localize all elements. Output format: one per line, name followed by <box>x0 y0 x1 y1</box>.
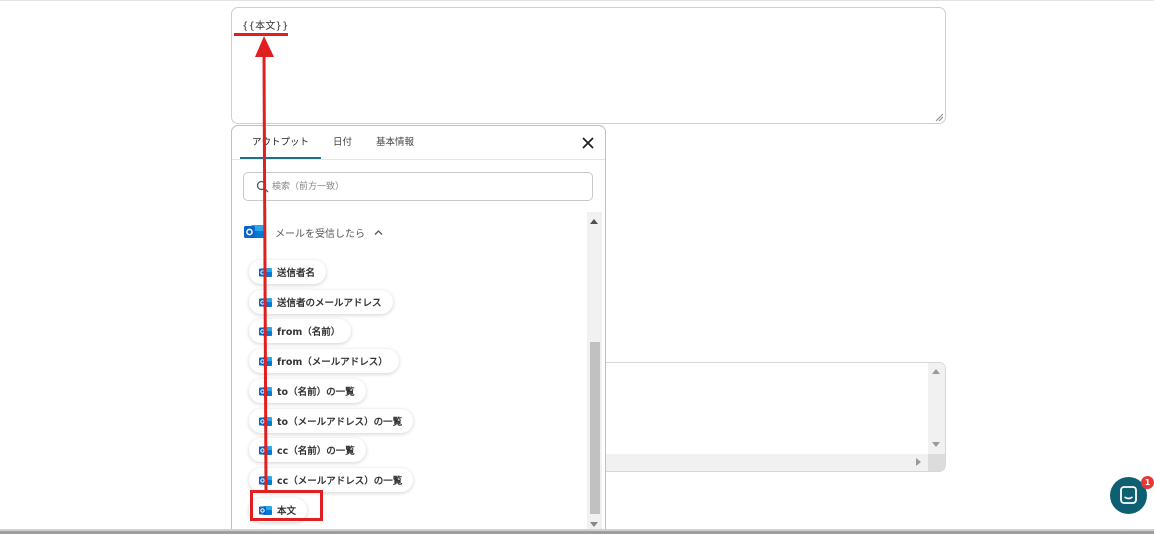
second-textarea[interactable] <box>600 362 946 472</box>
tabs-divider <box>232 159 605 160</box>
page-horizontal-scrollbar[interactable] <box>0 529 1154 534</box>
top-divider <box>0 0 1154 1</box>
tab-basic-info[interactable]: 基本情報 <box>364 126 426 159</box>
tab-date[interactable]: 日付 <box>321 126 364 159</box>
outlook-icon <box>244 225 265 238</box>
output-item[interactable]: cc（名前）の一覧 <box>249 438 366 462</box>
outlook-icon <box>259 416 272 426</box>
outlook-icon <box>259 297 272 307</box>
search-icon <box>256 180 269 193</box>
output-item-label: 送信者のメールアドレス <box>277 298 382 309</box>
output-item[interactable]: cc（メールアドレス）の一覧 <box>249 468 414 492</box>
chevron-up-icon[interactable] <box>374 228 383 237</box>
second-textarea-vertical-scrollbar[interactable] <box>928 363 945 455</box>
outlook-icon <box>259 326 272 336</box>
output-item-label: cc（メールアドレス）の一覧 <box>277 476 403 487</box>
output-item[interactable]: 送信者名 <box>249 260 327 284</box>
output-item[interactable]: from（メールアドレス） <box>249 349 399 373</box>
resize-grip-icon[interactable] <box>935 113 943 121</box>
section-title: メールを受信したら <box>275 228 365 240</box>
output-item-label: to（名前）の一覧 <box>277 387 355 398</box>
search-box[interactable] <box>243 172 593 201</box>
section-header-mail-received[interactable]: メールを受信したら <box>244 222 383 242</box>
search-input[interactable] <box>272 176 582 197</box>
outlook-icon <box>259 356 272 366</box>
scroll-down-arrow-icon[interactable] <box>590 522 598 527</box>
outlook-icon <box>259 445 272 455</box>
output-item-label: cc（名前）の一覧 <box>277 446 355 457</box>
output-picker-popup: アウトプット 日付 基本情報 メールを受信したら <box>231 125 606 534</box>
output-item[interactable]: 送信者のメールアドレス <box>249 290 393 314</box>
scroll-up-arrow-icon[interactable] <box>932 369 940 374</box>
tab-output[interactable]: アウトプット <box>240 126 322 159</box>
popup-tabs: アウトプット 日付 基本情報 <box>240 126 426 159</box>
popup-scrollbar[interactable] <box>587 212 602 532</box>
page: {{本文}} アウトプット 日付 基本情報 検索（前方一致） メールを受信したら… <box>0 0 1154 534</box>
chat-notification-badge: 1 <box>1141 476 1154 489</box>
body-textarea-value: {{本文}} <box>242 21 289 32</box>
annotation-highlight-box <box>250 490 323 521</box>
output-item-label: from（メールアドレス） <box>277 357 388 368</box>
popup-scroll-thumb[interactable] <box>590 342 600 514</box>
scrollbar-corner <box>928 454 945 471</box>
second-textarea-horizontal-scrollbar[interactable] <box>600 454 929 471</box>
output-item-label: to（メールアドレス）の一覧 <box>277 417 403 428</box>
outlook-icon <box>259 386 272 396</box>
output-item-label: 送信者名 <box>277 268 316 279</box>
output-item-label: from（名前） <box>277 327 341 338</box>
scrollbar-track-highlight <box>0 529 1154 531</box>
output-item[interactable]: from（名前） <box>249 319 352 343</box>
outlook-icon <box>259 267 272 277</box>
close-icon[interactable] <box>581 136 595 150</box>
body-textarea[interactable]: {{本文}} <box>231 7 946 124</box>
output-item[interactable]: to（名前）の一覧 <box>249 379 366 403</box>
scroll-up-arrow-icon[interactable] <box>590 219 598 224</box>
scroll-right-arrow-icon[interactable] <box>916 458 921 466</box>
output-item[interactable]: to（メールアドレス）の一覧 <box>249 409 414 433</box>
outlook-icon <box>259 475 272 485</box>
scroll-down-arrow-icon[interactable] <box>932 442 940 447</box>
